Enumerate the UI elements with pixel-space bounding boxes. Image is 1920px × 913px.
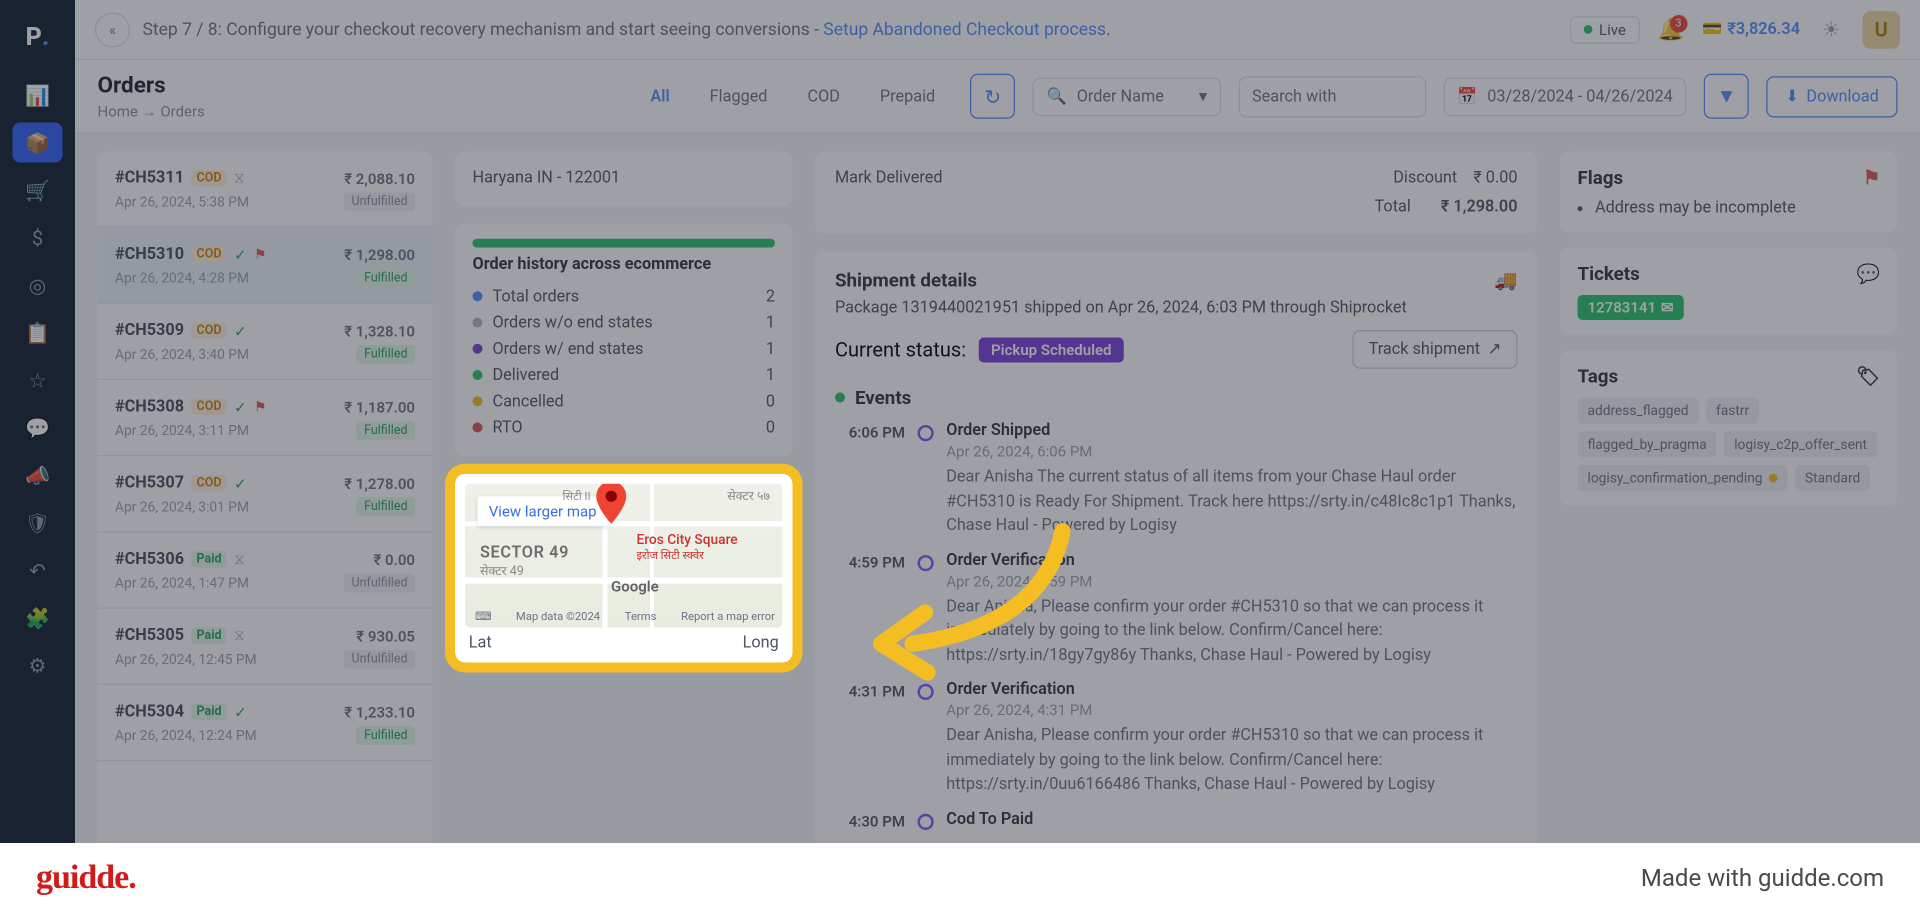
nav-location-icon[interactable]: ◎ — [13, 265, 63, 305]
bell-icon[interactable]: 🔔3 — [1652, 17, 1690, 42]
events-title: Events — [835, 386, 1518, 409]
nav-megaphone-icon[interactable]: 📣 — [13, 455, 63, 495]
tab-all[interactable]: All — [633, 77, 687, 116]
order-row[interactable]: #CH5311COD⧖₹ 2,088.10Apr 26, 2024, 5:38 … — [98, 151, 433, 227]
nav-cart-icon[interactable]: 🛒 — [13, 170, 63, 210]
order-row[interactable]: #CH5304Paid✓₹ 1,233.10Apr 26, 2024, 12:2… — [98, 685, 433, 761]
filter-button[interactable]: ▼ — [1704, 74, 1749, 119]
guidde-footer: guidde. Made with guidde.com — [0, 843, 1920, 913]
top-banner: « Step 7 / 8: Configure your checkout re… — [75, 0, 1920, 60]
long-label: Long — [743, 633, 779, 652]
wallet[interactable]: 💳₹3,826.34 — [1702, 20, 1800, 39]
mark-delivered[interactable]: Mark Delivered — [835, 169, 943, 188]
banner-step-text: Step 7 / 8: Configure your checkout reco… — [143, 19, 824, 39]
map-image[interactable]: View larger map सेक्टर ५७ सिटी II Eros C… — [465, 483, 783, 627]
map-box[interactable]: View larger map सेक्टर ५७ सिटी II Eros C… — [455, 473, 793, 662]
order-row[interactable]: #CH5307COD✓₹ 1,278.00Apr 26, 2024, 3:01 … — [98, 456, 433, 532]
wallet-icon: 💳 — [1702, 20, 1722, 39]
order-row[interactable]: #CH5310COD✓⚑₹ 1,298.00Apr 26, 2024, 4:28… — [98, 228, 433, 304]
nav-chat-icon[interactable]: 💬 — [13, 408, 63, 448]
flag-icon: ⚑ — [1863, 166, 1880, 189]
download-icon: ⬇ — [1785, 87, 1799, 106]
truck-icon: 🚚 — [1494, 269, 1517, 292]
tickets-box: Tickets💬 12783141 ✉ — [1560, 248, 1898, 336]
nav-analytics-icon[interactable]: 📊 — [13, 75, 63, 115]
address-box: Haryana IN - 122001 — [455, 151, 793, 205]
lat-label: Lat — [469, 633, 492, 652]
ticket-badge[interactable]: 12783141 ✉ — [1578, 295, 1684, 320]
order-detail: Mark Delivered Discount ₹ 0.00 Total₹ 1,… — [815, 151, 1538, 234]
collapse-button[interactable]: « — [95, 12, 130, 47]
order-row[interactable]: #CH5306Paid⧖₹ 0.00Apr 26, 2024, 1:47 PMU… — [98, 533, 433, 609]
guidde-brand: guidde. — [36, 859, 136, 897]
live-badge: Live — [1570, 16, 1639, 44]
page-header: Orders Home → Orders All Flagged COD Pre… — [75, 60, 1920, 134]
avatar[interactable]: U — [1863, 11, 1901, 49]
nav-undo-icon[interactable]: ↶ — [13, 550, 63, 590]
progress-bar — [473, 238, 776, 247]
external-link-icon: ↗ — [1488, 340, 1502, 359]
map-pin-icon — [595, 483, 628, 529]
sidebar: P. 📊 📦 🛒 $ ◎ 📋 ☆ 💬 📣 🛡 ↶ 🧩 ⚙ — [0, 0, 75, 913]
theme-icon[interactable]: ☀ — [1813, 18, 1851, 42]
nav-orders-icon[interactable]: 📦 — [13, 123, 63, 163]
nav-star-icon[interactable]: ☆ — [13, 360, 63, 400]
nav-money-icon[interactable]: $ — [13, 218, 63, 258]
shipment-box: Shipment details 🚚 Package 1319440021951… — [815, 251, 1538, 847]
order-row[interactable]: #CH5309COD✓₹ 1,328.10Apr 26, 2024, 3:40 … — [98, 304, 433, 380]
nav-clipboard-icon[interactable]: 📋 — [13, 313, 63, 353]
refresh-button[interactable]: ↻ — [970, 74, 1015, 119]
order-name-select[interactable]: 🔍Order Name▾ — [1033, 77, 1221, 116]
tab-cod[interactable]: COD — [790, 77, 857, 116]
history-box: Order history across ecommerce Total ord… — [455, 223, 793, 456]
order-row[interactable]: #CH5305Paid⧖₹ 930.05Apr 26, 2024, 12:45 … — [98, 609, 433, 685]
logo[interactable]: P. — [14, 13, 62, 61]
flags-box: Flags⚑ Address may be incomplete — [1560, 151, 1898, 232]
order-row[interactable]: #CH5308COD✓⚑₹ 1,187.00Apr 26, 2024, 3:11… — [98, 380, 433, 456]
status-pill: Pickup Scheduled — [979, 337, 1124, 362]
tag-icon[interactable]: 🏷 — [1856, 365, 1880, 388]
bell-badge: 3 — [1670, 14, 1688, 32]
nav-gear-icon[interactable]: ⚙ — [13, 645, 63, 685]
banner-link[interactable]: Setup Abandoned Checkout process — [823, 19, 1106, 39]
date-range[interactable]: 📅03/28/2024 - 04/26/2024 — [1443, 77, 1686, 116]
tab-flagged[interactable]: Flagged — [692, 77, 785, 116]
track-shipment-button[interactable]: Track shipment↗ — [1352, 330, 1517, 369]
search-input[interactable] — [1238, 76, 1426, 117]
chat-icon[interactable]: 💬 — [1857, 263, 1880, 286]
made-with: Made with guidde.com — [1641, 864, 1884, 892]
tab-prepaid[interactable]: Prepaid — [862, 77, 952, 116]
nav-shield-icon[interactable]: 🛡 — [13, 503, 63, 543]
page-title: Orders — [98, 73, 205, 99]
tags-box: Tags🏷 address_flaggedfastrrflagged_by_pr… — [1560, 350, 1898, 506]
download-button[interactable]: ⬇Download — [1767, 76, 1898, 117]
google-logo: Google — [611, 577, 659, 595]
nav-puzzle-icon[interactable]: 🧩 — [13, 598, 63, 638]
order-list: #CH5311COD⧖₹ 2,088.10Apr 26, 2024, 5:38 … — [98, 151, 433, 895]
breadcrumb: Home → Orders — [98, 103, 205, 121]
